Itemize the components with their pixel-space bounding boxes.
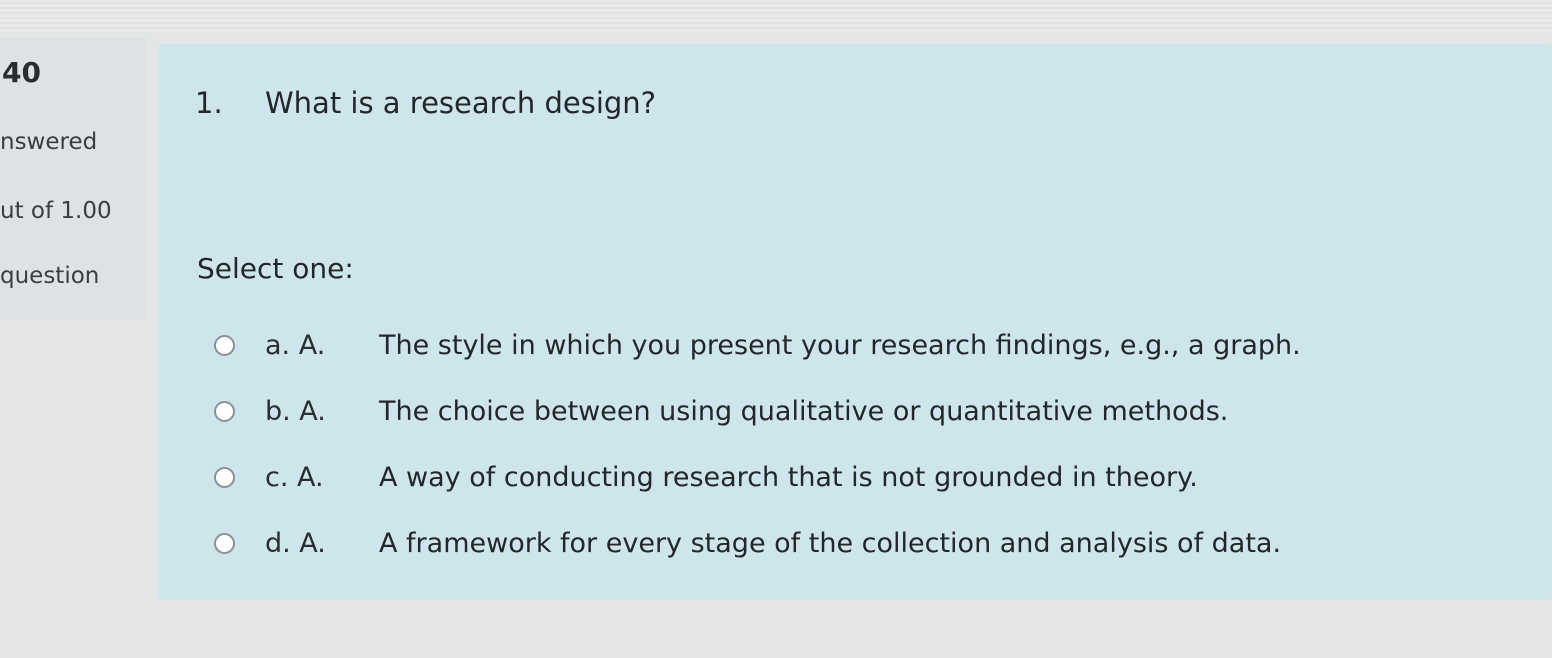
radio-button-icon[interactable]	[214, 466, 235, 488]
question-text: 1. What is a research design?	[195, 86, 656, 120]
option-letter: d. A.	[265, 527, 326, 559]
answer-option-c[interactable]: c. A. A way of conducting research that …	[214, 444, 1301, 510]
question-text-number: 1.	[195, 86, 223, 120]
option-letter: c. A.	[265, 461, 324, 493]
answer-options: a. A. The style in which you present you…	[214, 312, 1301, 576]
option-text: A framework for every stage of the colle…	[379, 527, 1282, 559]
option-text: A way of conducting research that is not…	[379, 461, 1198, 493]
radio-button-icon[interactable]	[214, 334, 235, 356]
question-mark: ut of 1.00	[0, 198, 112, 224]
option-text: The choice between using qualitative or …	[379, 395, 1229, 427]
answer-option-b[interactable]: b. A. The choice between using qualitati…	[214, 378, 1301, 444]
select-one-prompt: Select one:	[197, 252, 354, 285]
flag-question-link[interactable]: question	[0, 263, 99, 289]
answer-option-a[interactable]: a. A. The style in which you present you…	[214, 312, 1301, 378]
question-status: nswered	[0, 129, 98, 155]
option-text: The style in which you present your rese…	[379, 329, 1301, 361]
option-letter: a. A.	[265, 329, 326, 361]
question-text-body: What is a research design?	[265, 86, 657, 120]
radio-button-icon[interactable]	[214, 532, 235, 554]
option-letter: b. A.	[265, 395, 326, 427]
radio-button-icon[interactable]	[214, 400, 235, 422]
question-number: 40	[2, 56, 41, 89]
browser-top-strip	[0, 0, 1552, 32]
answer-option-d[interactable]: d. A. A framework for every stage of the…	[214, 510, 1301, 576]
